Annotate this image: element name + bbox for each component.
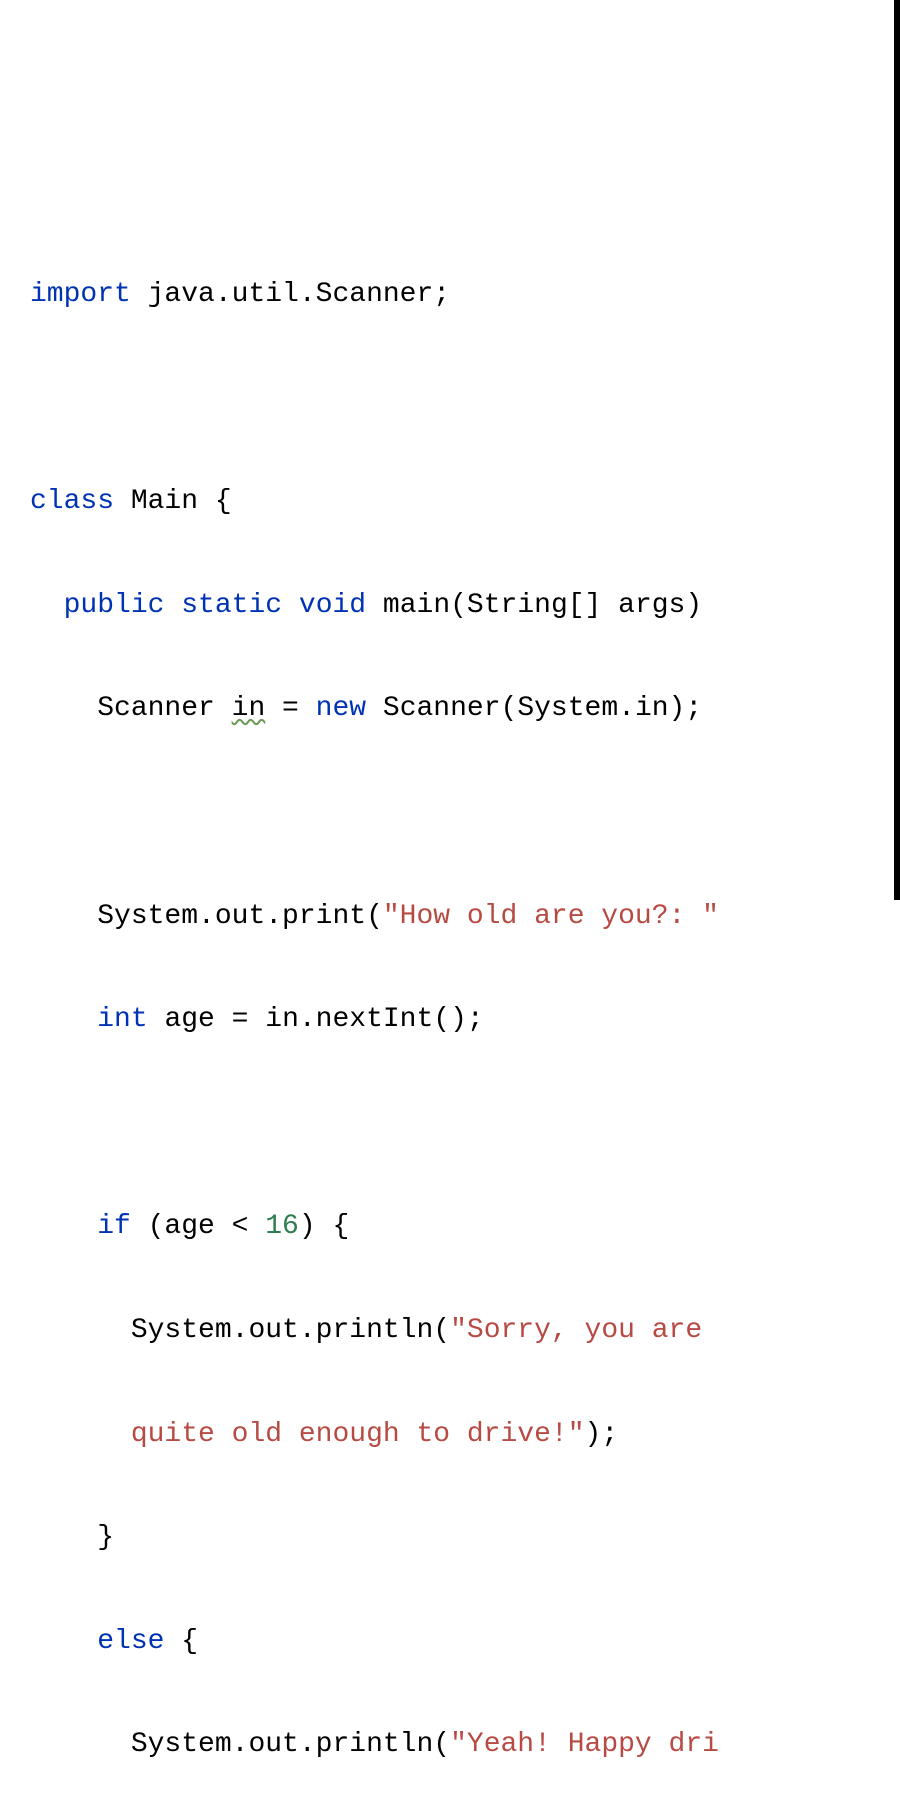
equals: = (265, 693, 315, 724)
string-literal: "Sorry, you are (450, 1315, 719, 1346)
code-line: quite old enough to drive!"); (30, 1409, 900, 1461)
constructor-call: Scanner(System.in); (366, 693, 702, 724)
keyword-else: else (97, 1626, 164, 1657)
code-editor[interactable]: import java.util.Scanner; class Main { p… (30, 217, 900, 1800)
keyword-if: if (97, 1211, 131, 1242)
code-line: Scanner in = new Scanner(System.in); (30, 683, 900, 735)
code-line (30, 1098, 900, 1150)
package-name: java.util.Scanner; (131, 279, 450, 310)
keyword-int: int (97, 1004, 147, 1035)
code-line: public static void main(String[] args) (30, 580, 900, 632)
keyword-public: public (64, 590, 165, 621)
scrollbar-track[interactable] (894, 0, 900, 900)
variable-assignment: age = in.nextInt(); (148, 1004, 484, 1035)
condition-close: ) { (299, 1211, 349, 1242)
method-call: System.out.println( (131, 1729, 450, 1760)
type-scanner: Scanner (97, 693, 231, 724)
statement-close: ); (585, 1419, 619, 1450)
keyword-void: void (299, 590, 366, 621)
string-literal: quite old enough to drive!" (131, 1419, 585, 1450)
variable-in: in (232, 693, 266, 724)
keyword-new: new (316, 693, 366, 724)
string-literal: "How old are you?: " (383, 901, 719, 932)
keyword-import: import (30, 279, 131, 310)
code-line: import java.util.Scanner; (30, 269, 900, 321)
number-literal: 16 (265, 1211, 299, 1242)
code-line (30, 373, 900, 425)
code-line: System.out.println("Yeah! Happy dri (30, 1719, 900, 1771)
code-line: else { (30, 1616, 900, 1668)
keyword-static: static (181, 590, 282, 621)
code-line: System.out.print("How old are you?: " (30, 891, 900, 943)
brace-open: { (164, 1626, 198, 1657)
method-signature: main(String[] args) (366, 590, 702, 621)
code-line: if (age < 16) { (30, 1201, 900, 1253)
keyword-class: class (30, 486, 114, 517)
code-line (30, 787, 900, 839)
brace-close: } (97, 1522, 114, 1553)
condition-open: (age < (131, 1211, 265, 1242)
code-line: System.out.println("Sorry, you are (30, 1305, 900, 1357)
method-call: System.out.print( (97, 901, 383, 932)
method-call: System.out.println( (131, 1315, 450, 1346)
code-line: class Main { (30, 476, 900, 528)
string-literal: "Yeah! Happy dri (450, 1729, 719, 1760)
code-line: int age = in.nextInt(); (30, 994, 900, 1046)
class-name: Main { (114, 486, 232, 517)
code-line: } (30, 1512, 900, 1564)
